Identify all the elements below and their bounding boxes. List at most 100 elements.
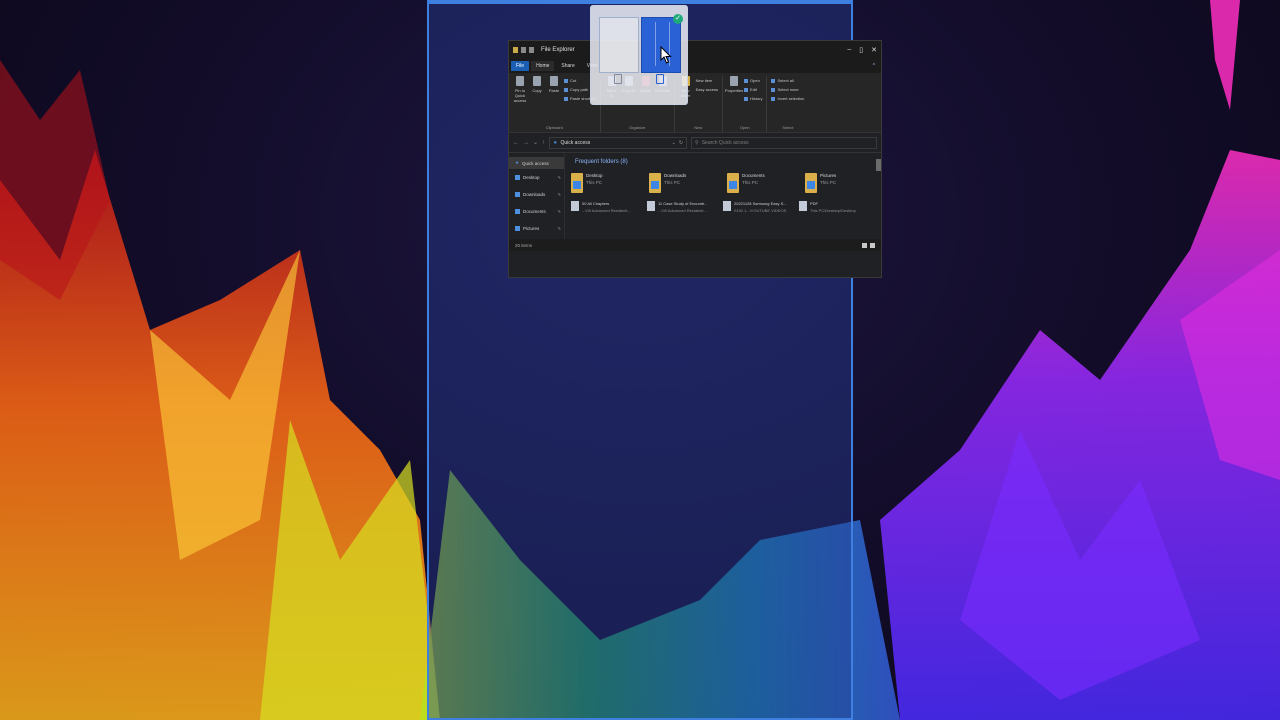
folder-location: This PC (820, 180, 837, 185)
nav-label: Desktop (523, 175, 540, 180)
folder-location: This PC (586, 180, 603, 185)
invert-selection-icon (771, 96, 776, 101)
file-name: 20221128 Samsung Easy S... (734, 201, 787, 206)
pin-icon: ✎ (557, 175, 561, 180)
invert-selection-button[interactable]: Invert selection (771, 96, 804, 101)
documents-folder-icon (727, 173, 739, 193)
documents-icon (515, 209, 520, 214)
select-all-button[interactable]: Select all (771, 78, 804, 83)
edit-button[interactable]: Edit (744, 87, 762, 92)
file-location: ...\09 Advanced Residenti... (658, 208, 707, 213)
wallpaper-shard-right-2 (1210, 0, 1240, 110)
file-explorer-window[interactable]: File Explorer – ▯ ✕ File Home Share View… (508, 40, 882, 278)
list-item[interactable]: 00 All Chapters ...\09 Advanced Residenti… (571, 201, 637, 213)
new-label: New (694, 125, 703, 130)
new-folder-icon[interactable] (529, 47, 534, 53)
nav-item-documents[interactable]: Documents ✎ (509, 203, 564, 220)
back-arrow-icon[interactable]: ← (513, 140, 519, 146)
history-button[interactable]: History (744, 96, 762, 101)
close-icon[interactable]: ✕ (871, 46, 877, 54)
nav-item-desktop[interactable]: Desktop ✎ (509, 169, 564, 186)
select-none-button[interactable]: Select none (771, 87, 804, 92)
pin-icon (516, 76, 524, 86)
nav-item-quick-access[interactable]: ★ Quick access (509, 157, 564, 169)
snap-zone-left[interactable] (599, 17, 639, 73)
star-icon: ★ (515, 160, 520, 165)
folder-icon (513, 47, 518, 53)
easy-access-button[interactable]: Easy access (696, 87, 718, 92)
folder-tile[interactable]: Desktop This PC (571, 173, 629, 193)
list-item[interactable]: 11 Case Study of Encumb... ...\09 Advance… (647, 201, 713, 213)
refresh-icon[interactable]: ↻ (679, 140, 683, 146)
list-item[interactable]: PDF This PC\Desktop\Desktop (799, 201, 865, 213)
address-bar-row: ← → ⌄ ↑ ★ Quick access ⌄ ↻ ⚲ Search Quic… (509, 133, 881, 153)
open-label: Open (739, 125, 750, 130)
recent-locations-icon[interactable]: ⌄ (533, 139, 538, 146)
select-label: Select (782, 125, 794, 130)
status-bar: 20 items (509, 239, 881, 251)
search-input[interactable]: ⚲ Search Quick access (691, 136, 877, 149)
open-group: Properties Open Edit History Open (725, 76, 768, 132)
minimize-icon[interactable]: – (847, 46, 851, 54)
maximize-icon[interactable]: ▯ (859, 46, 863, 54)
tab-file[interactable]: File (511, 61, 530, 71)
nav-label: Quick access (522, 160, 549, 166)
large-icons-view-icon[interactable] (870, 242, 875, 248)
frequent-folders-header[interactable]: Frequent folders (8) (575, 159, 875, 165)
file-icon (571, 201, 579, 211)
pictures-icon (515, 226, 520, 231)
address-bar[interactable]: ★ Quick access ⌄ ↻ (549, 136, 688, 149)
file-location: \\192.1...\YOUTUBE VIDEOS (734, 208, 787, 213)
up-arrow-icon[interactable]: ↑ (542, 140, 545, 146)
properties-icon[interactable] (521, 47, 526, 53)
search-placeholder: Search Quick access (701, 139, 749, 146)
paste-button[interactable]: Paste (547, 76, 561, 123)
title-bar[interactable]: File Explorer – ▯ ✕ (509, 41, 881, 59)
select-group: Select all Select none Invert selection … (771, 76, 808, 132)
nav-item-pictures[interactable]: Pictures ✎ (509, 220, 564, 237)
open-button[interactable]: Open (744, 78, 762, 83)
file-name: 00 All Chapters (582, 201, 610, 206)
content-area: ★ Quick access Desktop ✎ Downloads ✎ Doc… (509, 153, 881, 239)
nav-label: Downloads (523, 192, 546, 197)
folder-name: Documents (742, 173, 765, 178)
folder-tile[interactable]: Pictures This PC (805, 173, 863, 193)
address-text: Quick access (560, 139, 591, 146)
history-icon (744, 96, 749, 101)
file-name: PDF (810, 201, 818, 206)
nav-label: Pictures (523, 226, 540, 231)
pin-quick-access-button[interactable]: Pin to Quick access (513, 76, 527, 123)
forward-arrow-icon[interactable]: → (523, 140, 529, 146)
address-dropdown-icon[interactable]: ⌄ (672, 140, 676, 146)
folder-tile[interactable]: Documents This PC (727, 173, 785, 193)
snap-layouts-flyout: ✓ (590, 5, 688, 105)
nav-label: Documents (523, 209, 546, 214)
nav-item-downloads[interactable]: Downloads ✎ (509, 186, 564, 203)
file-location: This PC\Desktop\Desktop (810, 208, 856, 213)
details-view-icon[interactable] (862, 242, 867, 248)
pictures-folder-icon (805, 173, 817, 193)
snap-zone-right[interactable] (641, 17, 681, 73)
properties-button[interactable]: Properties (725, 76, 743, 123)
help-icon[interactable]: ^ (873, 63, 875, 69)
downloads-icon (515, 192, 520, 197)
list-item[interactable]: 20221128 Samsung Easy S... \\192.1...\YOU… (723, 201, 789, 213)
folder-name: Downloads (664, 173, 687, 178)
file-icon (647, 201, 655, 211)
window-title: File Explorer (541, 47, 575, 53)
tab-share[interactable]: Share (556, 61, 579, 71)
copy-button[interactable]: Copy (530, 76, 544, 123)
edit-icon (744, 87, 749, 92)
tab-home[interactable]: Home (531, 61, 555, 71)
vertical-scrollbar[interactable] (876, 159, 881, 171)
navigation-pane: ★ Quick access Desktop ✎ Downloads ✎ Doc… (509, 153, 565, 239)
folder-tile[interactable]: Downloads This PC (649, 173, 707, 193)
recent-items-row: 00 All Chapters ...\09 Advanced Residenti… (571, 201, 875, 213)
clipboard-label: Clipboard (545, 125, 563, 130)
organize-label: Organize (628, 125, 646, 130)
copy-icon (533, 76, 541, 86)
clipboard-group: Pin to Quick access Copy Paste Cut Copy … (513, 76, 601, 132)
new-item-button[interactable]: New item (696, 78, 718, 83)
monitor-icon (656, 74, 664, 84)
file-name: 11 Case Study of Encumb... (658, 201, 708, 206)
